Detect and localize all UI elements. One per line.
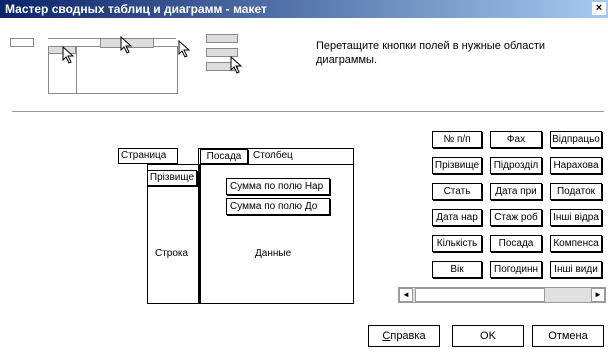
fields-scrollbar[interactable]: ◄ ► [398, 287, 606, 303]
title-bar: Мастер сводных таблиц и диаграмм - макет… [0, 0, 608, 18]
field-button[interactable]: Погодинн [490, 261, 542, 278]
field-button[interactable]: Інші види [550, 261, 602, 278]
field-button[interactable]: Стать [432, 183, 482, 200]
ok-button[interactable]: OK [452, 325, 524, 347]
help-button[interactable]: Справка [368, 325, 440, 347]
row-zone-label: Строка [155, 248, 189, 259]
window-title: Мастер сводных таблиц и диаграмм - макет [5, 2, 267, 16]
field-button[interactable]: Компенса [550, 235, 602, 252]
field-button[interactable]: Підрозділ [490, 157, 542, 174]
field-button[interactable]: Стаж роб [490, 209, 542, 226]
thumb-cursor-icon [178, 40, 191, 58]
scroll-left-icon[interactable]: ◄ [399, 288, 413, 302]
field-button[interactable]: Кількість [432, 235, 482, 252]
data-field-2[interactable]: Сумма по полю До [226, 198, 330, 215]
instruction-text: Перетащите кнопки полей в нужные области… [316, 40, 546, 66]
cancel-button[interactable]: Отмена [532, 325, 604, 347]
page-zone[interactable]: Страница [118, 148, 178, 164]
page-zone-label: Страница [121, 150, 167, 161]
field-button[interactable]: Податок [550, 183, 602, 200]
field-button[interactable]: Дата при [490, 183, 542, 200]
field-button[interactable]: Дата нар [432, 209, 482, 226]
scroll-thumb[interactable] [415, 288, 545, 302]
thumb-cursor-icon [120, 36, 133, 54]
field-button[interactable]: Посада [490, 235, 542, 252]
field-button[interactable]: Прізвище [432, 157, 482, 174]
close-icon[interactable]: × [592, 2, 606, 15]
layout-thumbnail [8, 30, 250, 94]
data-field-1[interactable]: Сумма по полю Нар [226, 178, 330, 195]
field-button[interactable]: Нарахова [550, 157, 602, 174]
row-field-prizvyshche[interactable]: Прізвище [147, 170, 197, 186]
field-button[interactable]: Вік [432, 261, 482, 278]
thumb-field-1 [206, 34, 238, 43]
column-zone-label: Столбец [253, 150, 293, 161]
field-button[interactable]: № п/п [432, 131, 482, 148]
scroll-right-icon[interactable]: ► [591, 288, 605, 302]
separator [12, 111, 604, 113]
field-button[interactable]: Відпрацьо [550, 131, 602, 148]
thumb-page [10, 38, 34, 47]
row-data-divider [198, 164, 201, 304]
field-button[interactable]: Інші відра [550, 209, 602, 226]
thumb-cursor-icon [230, 56, 243, 74]
field-button[interactable]: Фах [490, 131, 542, 148]
column-field-posada[interactable]: Посада [200, 149, 248, 164]
data-zone-label: Данные [255, 248, 292, 259]
thumb-cursor-icon [62, 46, 75, 64]
